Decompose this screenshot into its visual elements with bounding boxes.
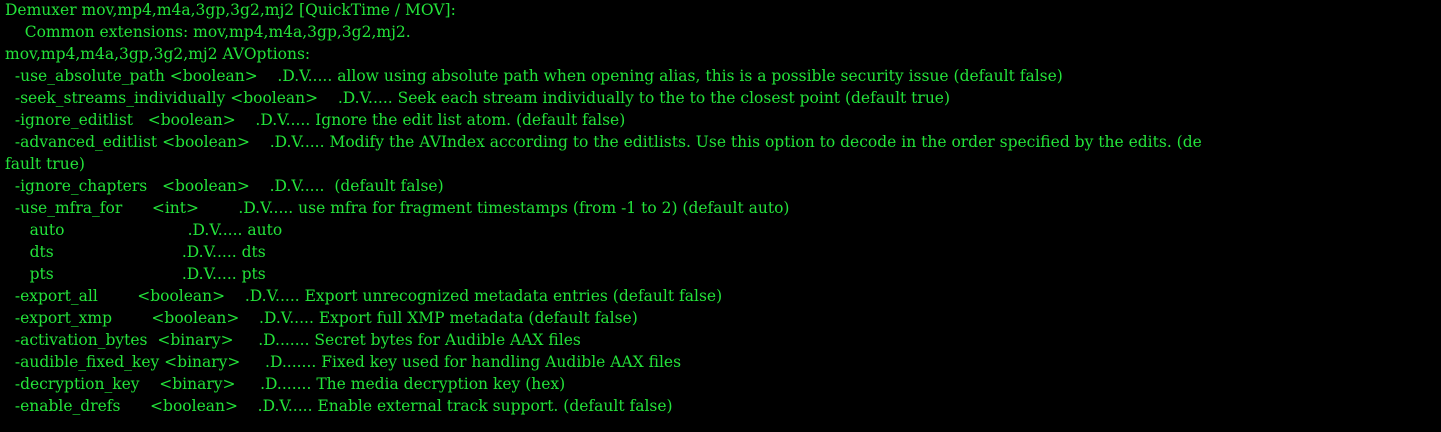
terminal-window[interactable]: Demuxer mov,mp4,m4a,3gp,3g2,mj2 [QuickTi… — [0, 0, 1441, 432]
terminal-line: -use_mfra_for <int> .D.V..... use mfra f… — [5, 199, 790, 217]
terminal-line: -audible_fixed_key <binary> .D....... Fi… — [5, 353, 682, 371]
scrollbar[interactable] — [1425, 0, 1441, 432]
terminal-line: -export_xmp <boolean> .D.V..... Export f… — [5, 309, 638, 327]
terminal-line: -use_absolute_path <boolean> .D.V..... a… — [5, 67, 1063, 85]
terminal-line: -activation_bytes <binary> .D....... Sec… — [5, 331, 581, 349]
terminal-line: fault true) — [5, 155, 85, 173]
terminal-line: -advanced_editlist <boolean> .D.V..... M… — [5, 133, 1202, 151]
terminal-line: Common extensions: mov,mp4,m4a,3gp,3g2,m… — [5, 23, 411, 41]
terminal-line: dts .D.V..... dts — [5, 243, 266, 261]
terminal-line: -ignore_editlist <boolean> .D.V..... Ign… — [5, 111, 626, 129]
terminal-line: mov,mp4,m4a,3gp,3g2,mj2 AVOptions: — [5, 45, 311, 63]
terminal-line: -export_all <boolean> .D.V..... Export u… — [5, 287, 723, 305]
terminal-line: -decryption_key <binary> .D....... The m… — [5, 375, 566, 393]
terminal-line: -enable_drefs <boolean> .D.V..... Enable… — [5, 397, 673, 415]
terminal-line: -ignore_chapters <boolean> .D.V..... (de… — [5, 177, 444, 195]
terminal-line: -seek_streams_individually <boolean> .D.… — [5, 89, 951, 107]
terminal-line: pts .D.V..... pts — [5, 265, 266, 283]
terminal-line: auto .D.V..... auto — [5, 221, 283, 239]
terminal-line: Demuxer mov,mp4,m4a,3gp,3g2,mj2 [QuickTi… — [5, 1, 456, 19]
